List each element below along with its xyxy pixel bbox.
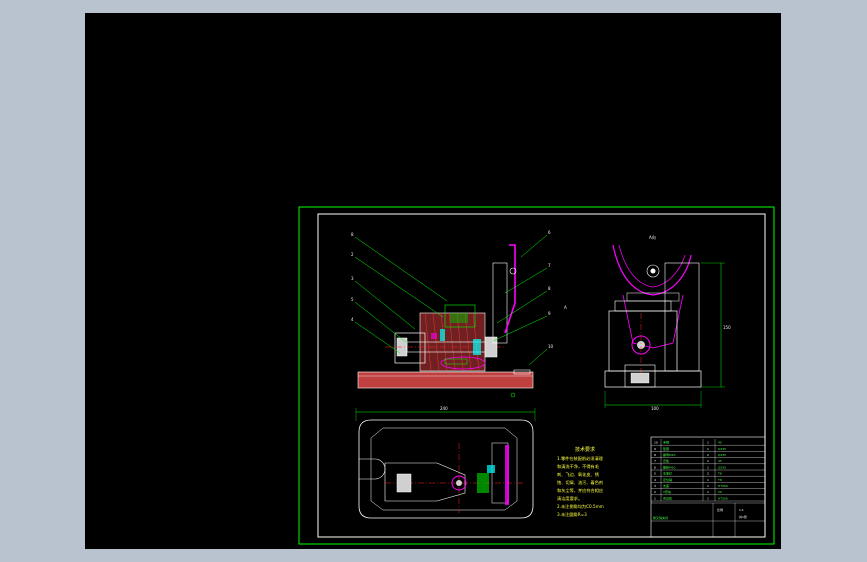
title-block-cell-name: 压板 [663,458,669,463]
tech-note-line: 清洁度要求。 [557,495,582,502]
title-block-cell-no: 9 [654,447,656,451]
assembly-drawing: 8 2 3 5 4 6 7 8 9 10 A A向 100 150 240 技术… [298,206,775,545]
tech-note-line: 和灰尘等，并应符合相应 [557,487,603,494]
leader-label-r5: 10 [548,344,554,349]
title-block-cell-qty: 2 [707,472,709,476]
leader-lines-right [492,234,548,366]
top-view [355,408,536,519]
title-block-drawing-name: 拨叉铣夹具 [653,515,668,520]
title-block-cell-name: 螺母M10 [663,452,675,457]
leader-label-r2: 7 [548,263,551,268]
leader-label-r1: 6 [548,230,551,235]
tech-note-line: 2.未注倒角均为C0.5mm [557,503,604,510]
leader-label-l2: 2 [351,252,354,257]
title-block-cell-qty: 1 [707,465,709,469]
leader-label-l4: 5 [351,297,354,302]
leader-label-l5: 4 [351,317,354,322]
title-block-sheet: 共1张 [739,514,747,519]
title-block-cell-material: T8 [717,472,722,476]
title-block-cell-name: 夹具体 [663,495,672,500]
title-block-cell-name: 支座 [663,483,669,488]
title-block-cell-no: 7 [654,459,656,463]
title-block-cell-qty: 1 [707,459,709,463]
leader-label-l1: 8 [351,232,354,237]
title-block-cell-material: 20 [718,490,722,494]
title-block-cell-no: 4 [654,478,656,482]
cad-canvas[interactable]: 8 2 3 5 4 6 7 8 9 10 A A向 100 150 240 技术… [85,13,781,549]
title-block-cell-no: 6 [654,465,656,469]
title-block: 10 手柄 1 459 垫圈 1 Q2358 螺母M10 2 Q2357 压板 1 456 螺栓M10 1 Q… [650,436,766,538]
tech-note-line: 蚀、切屑、油污、着色剂 [557,479,603,486]
title-block-cell-material: 45 [718,459,722,463]
title-block-scale-value: 1:1 [739,508,744,512]
section-label: A [564,305,567,310]
title-block-cell-name: 垫圈 [663,446,669,451]
title-block-cell-no: 2 [654,490,656,494]
title-block-cell-qty: 2 [707,453,709,457]
title-block-cell-qty: 1 [707,484,709,488]
title-block-cell-no: 3 [654,484,656,488]
title-block-cell-material: 45 [718,441,722,445]
tech-notes-title: 技术要求 [575,446,595,453]
title-block-cell-name: 支承钉 [663,471,672,476]
leader-label-l3: 3 [351,276,354,281]
title-block-cell-material: Q235 [718,465,726,469]
title-block-cell-qty: 1 [707,441,709,445]
leader-label-r4: 9 [548,311,551,316]
leader-label-r3: 8 [548,286,551,291]
title-block-cell-no: 10 [654,441,658,445]
title-block-cell-name: 螺栓M10 [663,464,675,469]
title-block-cell-no: 5 [654,472,656,476]
title-block-cell-material: Q235 [718,447,726,451]
title-block-cell-material: HT200 [718,496,728,500]
title-block-cell-material: HT200 [718,484,728,488]
title-block-cell-name: 定位销 [663,477,672,482]
dim-side-height: 150 [723,325,731,330]
title-block-cell-qty: 1 [707,496,709,500]
title-block-cell-name: 手柄 [663,440,669,445]
title-block-cell-no: 8 [654,453,656,457]
tech-note-line: 刺、飞边、氧化皮、锈 [557,471,600,478]
tech-note-line: 和清洗干净，不得有毛 [557,463,600,470]
side-view-label: A向 [649,234,656,240]
title-block-cell-qty: 1 [707,478,709,482]
dim-top-width: 240 [440,406,448,411]
tech-notes: 技术要求 1.零件在装配前必须清理 和清洗干净，不得有毛 刺、飞边、氧化皮、锈 … [557,446,604,518]
title-block-cell-name: V形块 [663,489,671,494]
title-block-cell-material: T8 [717,478,722,482]
title-block-scale-label: 比例 [717,507,723,512]
title-block-cell-no: 1 [654,496,656,500]
title-block-cell-qty: 1 [707,447,709,451]
tech-note-line: 3.未注圆角R=3 [557,511,587,518]
title-block-cell-qty: 1 [707,490,709,494]
side-view [604,244,725,408]
title-block-cell-material: Q235 [718,453,726,457]
dim-side-width: 100 [651,406,659,411]
front-view [357,244,534,398]
tech-note-line: 1.零件在装配前必须清理 [557,455,604,462]
